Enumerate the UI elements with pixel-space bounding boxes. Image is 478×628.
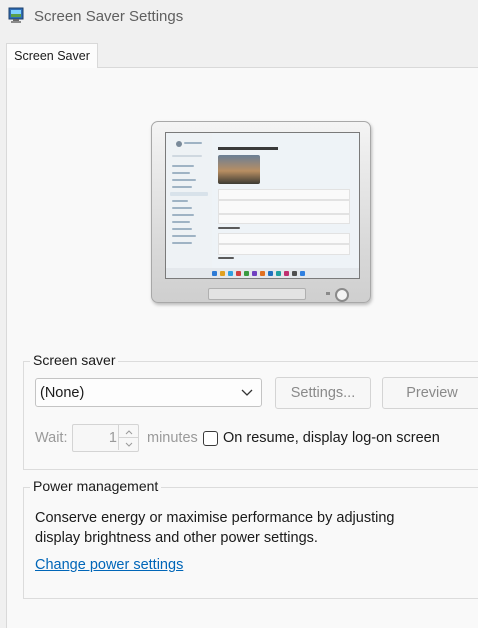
wait-minutes-stepper[interactable]: 1: [72, 424, 139, 452]
wait-label: Wait:: [35, 430, 68, 446]
resume-logon-checkbox[interactable]: [203, 431, 218, 446]
settings-button[interactable]: Settings...: [275, 377, 371, 409]
power-description-line-2: display brightness and other power setti…: [35, 530, 318, 546]
stepper-up-button[interactable]: [118, 425, 139, 438]
chevron-up-icon: [125, 430, 133, 435]
monitor-power-mark: [326, 292, 330, 295]
preview-wallpaper-thumbnail: [218, 155, 260, 184]
tab-screen-saver[interactable]: Screen Saver: [6, 43, 98, 68]
preview-title: [218, 147, 278, 150]
title-bar: Screen Saver Settings: [0, 0, 478, 36]
stepper-down-button[interactable]: [118, 438, 139, 450]
preview-sidebar: [166, 133, 212, 268]
preview-taskbar: [166, 268, 359, 278]
monitor-screen: [165, 132, 360, 279]
change-power-settings-link[interactable]: Change power settings: [35, 557, 183, 573]
power-management-description: Conserve energy or maximise performance …: [35, 508, 435, 548]
screen-saver-select[interactable]: (None): [35, 378, 262, 407]
chevron-down-icon: [241, 389, 253, 396]
monitor-preview: [151, 121, 371, 303]
monitor-power-button: [335, 288, 349, 302]
power-description-line-1: Conserve energy or maximise performance …: [35, 510, 395, 526]
power-management-group-label: Power management: [30, 478, 162, 494]
preview-button[interactable]: Preview: [382, 377, 478, 409]
screen-saver-app-icon: [8, 7, 24, 23]
minutes-label: minutes: [147, 430, 198, 446]
window-title: Screen Saver Settings: [34, 8, 184, 25]
resume-logon-label[interactable]: On resume, display log-on screen: [223, 430, 440, 446]
wait-minutes-value[interactable]: 1: [73, 425, 117, 451]
monitor-slot: [208, 288, 306, 300]
chevron-down-icon: [125, 442, 133, 447]
screen-saver-selected-value: (None): [40, 385, 85, 401]
screen-saver-group-label: Screen saver: [30, 352, 119, 368]
